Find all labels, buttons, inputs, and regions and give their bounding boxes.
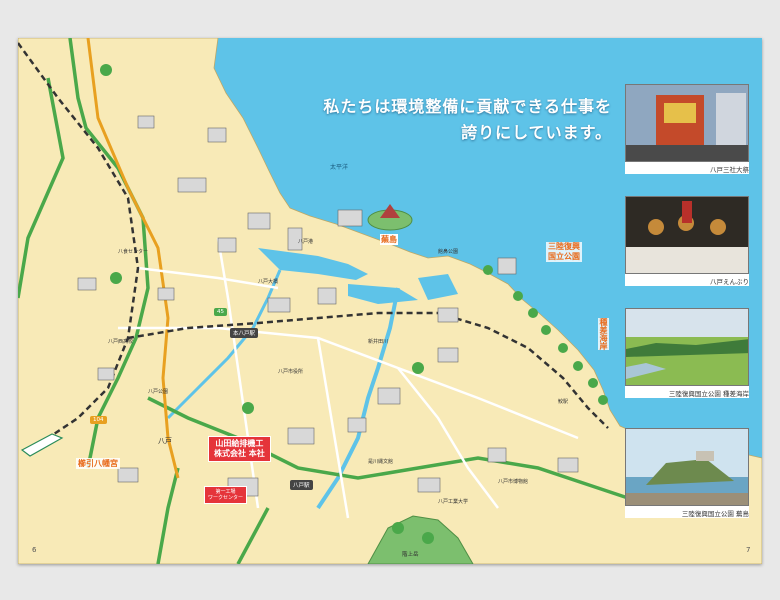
small-label: 是川縄文館 (368, 459, 394, 465)
festival-float-photo-icon (625, 84, 749, 162)
page-number-left: 6 (32, 546, 37, 554)
kabushima-island-photo-icon (625, 428, 749, 506)
tanesashi-label: 種差海岸 (598, 318, 609, 350)
photo-caption: 三陸復興国立公園 蕪島 (681, 510, 749, 518)
factory-label: 第一工場 ワークセンター (204, 486, 248, 504)
brochure-spread: 私たちは環境整備に貢献できる仕事を 誇りにしています。 太平洋 蕪島 三陸復興 … (18, 38, 762, 564)
kabushima-label: 蕪島 (380, 234, 398, 245)
small-label: 八戸市博物館 (498, 479, 529, 485)
photo-tanesashi: 三陸復興国立公園 種差海岸 (625, 308, 749, 398)
photo-kabushima: 三陸復興国立公園 蕪島 (625, 428, 749, 518)
small-label: 八食センター (118, 249, 149, 255)
headline-line1: 私たちは環境整備に貢献できる仕事を (323, 97, 612, 116)
kushihiki-label: 櫛引八幡宮 (76, 458, 120, 469)
photo-caption: 三陸復興国立公園 種差海岸 (668, 390, 749, 398)
small-label: 八戸港 (298, 239, 314, 245)
small-label: 鮫駅 (558, 399, 569, 405)
mountain-label: 階上岳 (402, 552, 419, 558)
headline: 私たちは環境整備に貢献できる仕事を 誇りにしています。 (323, 94, 612, 146)
hachinohe-label: 八戸 (158, 437, 172, 445)
photo-enburi: 八戸えんぶり (625, 196, 749, 286)
small-label: 八戸西高校 (108, 339, 134, 345)
small-label: 八戸市役所 (278, 369, 304, 375)
factory-line2: ワークセンター (208, 495, 244, 501)
page-number-right: 7 (746, 546, 751, 554)
grassland-coast-photo-icon (625, 308, 749, 386)
park-label: 三陸復興 国立公園 (546, 242, 582, 262)
route-104-badge: 104 (90, 416, 107, 424)
photo-caption: 八戸三社大祭 (710, 166, 749, 174)
small-label: 八戸工業大学 (438, 499, 469, 505)
headline-line2: 誇りにしています。 (461, 123, 612, 142)
hq-line1: 山田給排機工 (215, 439, 264, 448)
small-label: 八戸公園 (148, 389, 169, 395)
park-label-line1: 三陸復興 (548, 242, 580, 251)
small-label: 新井田川 (368, 339, 389, 345)
photo-caption: 八戸えんぶり (710, 278, 749, 286)
small-label: 八戸大橋 (258, 279, 279, 285)
hq-line2: 株式会社 本社 (214, 449, 265, 458)
sea-label: 太平洋 (330, 164, 349, 171)
route-45-badge: 45 (214, 308, 227, 316)
park-label-line2: 国立公園 (548, 252, 580, 261)
honhachinohe-station-label: 本八戸駅 (230, 328, 259, 338)
hachinohe-station-label: 八戸駅 (290, 480, 313, 490)
photo-sansha-taisai: 八戸三社大祭 (625, 84, 749, 174)
company-hq-label: 山田給排機工 株式会社 本社 (208, 436, 271, 462)
small-label: 館鼻公園 (438, 249, 459, 255)
enburi-dance-photo-icon (625, 196, 749, 274)
